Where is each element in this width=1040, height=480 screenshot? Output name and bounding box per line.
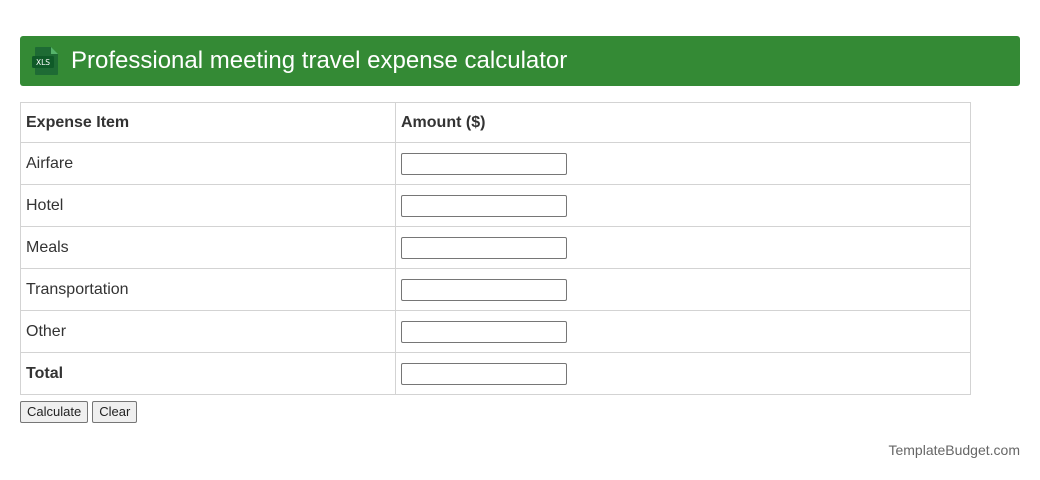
amount-cell (395, 268, 971, 311)
xls-icon-label: XLS (36, 58, 50, 67)
table-row: Other (20, 310, 971, 353)
amount-cell (395, 352, 971, 395)
other-input[interactable] (401, 320, 567, 343)
column-header-amount: Amount ($) (395, 102, 971, 143)
amount-cell (395, 310, 971, 353)
clear-button[interactable]: Clear (92, 401, 138, 423)
expense-label-airfare: Airfare (20, 142, 396, 185)
table-row: Transportation (20, 268, 971, 311)
expense-label-other: Other (20, 310, 396, 353)
expense-table: Expense Item Amount ($) Airfare Hotel Me… (20, 102, 971, 395)
total-label: Total (20, 352, 396, 395)
page-title: Professional meeting travel expense calc… (71, 47, 568, 74)
airfare-input[interactable] (401, 152, 567, 175)
table-row: Airfare (20, 142, 971, 185)
calculate-button[interactable]: Calculate (20, 401, 89, 423)
total-row: Total (20, 352, 971, 395)
page: XLS Professional meeting travel expense … (0, 0, 1040, 480)
table-row: Hotel (20, 184, 971, 227)
total-input[interactable] (401, 362, 567, 385)
amount-cell (395, 226, 971, 269)
column-header-expense-item: Expense Item (20, 102, 396, 143)
page-header: XLS Professional meeting travel expense … (20, 36, 1020, 86)
expense-label-meals: Meals (20, 226, 396, 269)
transportation-input[interactable] (401, 278, 567, 301)
xls-file-icon: XLS (32, 46, 60, 76)
table-row: Meals (20, 226, 971, 269)
table-header-row: Expense Item Amount ($) (20, 102, 971, 143)
expense-label-hotel: Hotel (20, 184, 396, 227)
action-buttons: Calculate Clear (20, 401, 138, 423)
amount-cell (395, 184, 971, 227)
amount-cell (395, 142, 971, 185)
footer-brand-link[interactable]: TemplateBudget.com (888, 442, 1020, 458)
expense-label-transportation: Transportation (20, 268, 396, 311)
meals-input[interactable] (401, 236, 567, 259)
hotel-input[interactable] (401, 194, 567, 217)
